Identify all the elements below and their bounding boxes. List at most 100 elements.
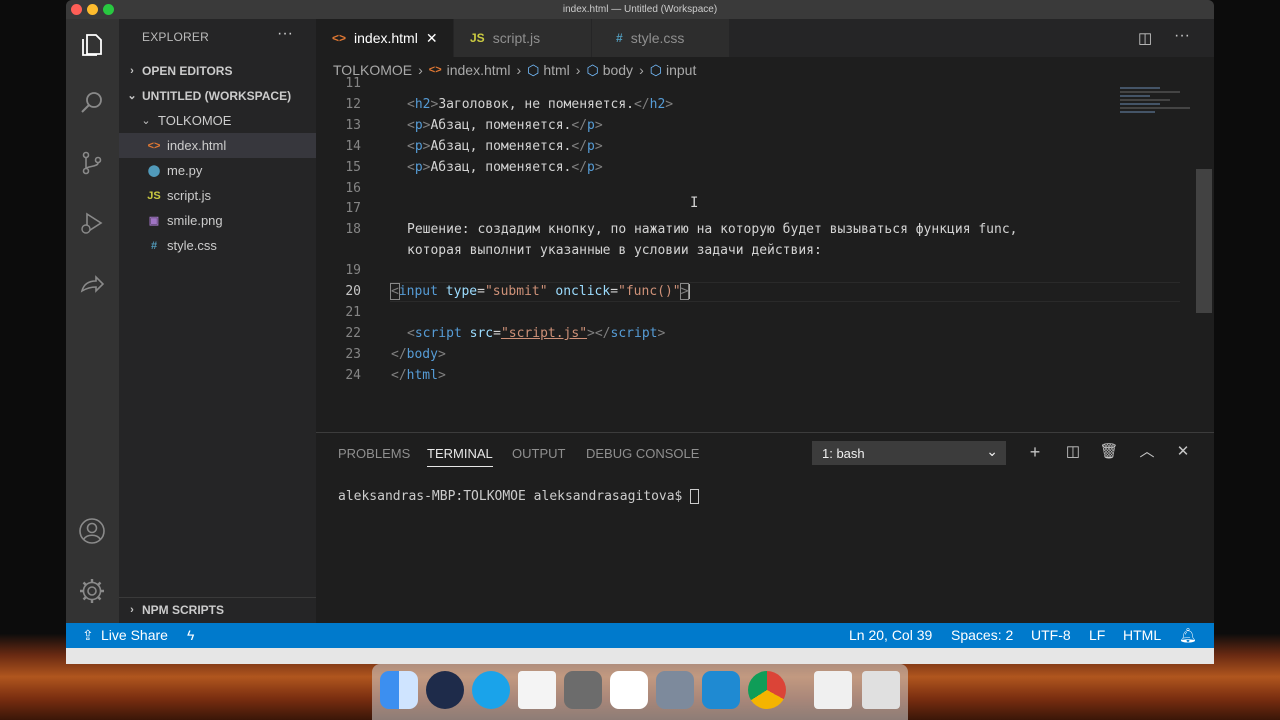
tab-script-js[interactable]: JS script.js — [454, 19, 591, 57]
element-icon: ⬡ — [527, 61, 540, 78]
cursor-position[interactable]: Ln 20, Col 39 — [849, 627, 932, 643]
live-share-button[interactable]: Live Share — [101, 627, 168, 643]
maximize-window-button[interactable] — [103, 4, 114, 15]
close-window-button[interactable] — [71, 4, 82, 15]
live-share-icon: ⇪ — [82, 627, 94, 643]
minimize-window-button[interactable] — [87, 4, 98, 15]
line-number: 17 — [345, 201, 361, 216]
python-file-icon: ⬤ — [147, 165, 161, 177]
split-editor-icon[interactable]: ◫ — [1138, 29, 1152, 47]
tab-problems[interactable]: PROBLEMS — [338, 446, 410, 461]
document-icon[interactable] — [518, 671, 556, 709]
finder-icon[interactable] — [380, 671, 418, 709]
preview-icon[interactable] — [656, 671, 694, 709]
breadcrumb: TOLKOMOE › <> index.html › ⬡ html › ⬡ bo… — [316, 57, 1214, 83]
search-icon[interactable] — [78, 89, 106, 117]
bottom-panel: PROBLEMS TERMINAL OUTPUT DEBUG CONSOLE 1… — [316, 432, 1214, 623]
terminal-prompt: aleksandras-MBP:TOLKOMOE aleksandrasagit… — [338, 489, 691, 504]
lightning-icon[interactable]: ϟ — [187, 627, 194, 643]
file-item-style-css[interactable]: # style.css — [119, 233, 316, 258]
file-label: index.html — [167, 138, 227, 153]
trash-icon[interactable]: 🗑 — [1098, 441, 1120, 463]
line-number: 24 — [345, 368, 361, 383]
html-file-icon: <> — [428, 64, 442, 76]
line-number: 22 — [345, 326, 361, 341]
chevron-down-icon: ⌄ — [127, 90, 137, 102]
line-number: 20 — [345, 284, 361, 299]
code-line: Решение: создадим кнопку, по нажатию на … — [407, 222, 1018, 237]
file-label: smile.png — [167, 213, 223, 228]
file-label: me.py — [167, 163, 203, 178]
line-number: 16 — [345, 181, 361, 196]
encoding[interactable]: UTF-8 — [1031, 627, 1071, 643]
explorer-sidebar: EXPLORER ··· › OPEN EDITORS ⌄ UNTITLED (… — [119, 19, 316, 623]
chevron-down-icon: ⌄ — [141, 115, 151, 127]
chevron-right-icon: › — [130, 64, 134, 77]
file-item-smile-png[interactable]: ▣ smile.png — [119, 208, 316, 233]
code-line: <p>Абзац, поменяется.</p> — [407, 160, 603, 175]
chrome-icon[interactable] — [748, 671, 786, 709]
workspace-section[interactable]: ⌄ UNTITLED (WORKSPACE) — [119, 83, 316, 108]
tab-label: index.html — [354, 30, 418, 46]
chevron-up-icon[interactable]: ︿ — [1136, 441, 1158, 463]
source-control-icon[interactable] — [78, 149, 106, 177]
dock — [372, 664, 908, 720]
live-share-icon[interactable] — [78, 271, 106, 299]
scrollbar-thumb[interactable] — [1196, 169, 1212, 313]
npm-scripts-section[interactable]: › NPM SCRIPTS — [119, 597, 316, 622]
line-number: 11 — [345, 76, 361, 91]
code-line: <input type="submit" onclick="func()"> — [390, 283, 691, 300]
run-debug-icon[interactable] — [78, 209, 106, 237]
file-item-script-js[interactable]: JS script.js — [119, 183, 316, 208]
slack-icon[interactable] — [610, 671, 648, 709]
line-number: 18 — [345, 222, 361, 237]
indentation[interactable]: Spaces: 2 — [951, 627, 1013, 643]
breadcrumb-body[interactable]: body — [603, 62, 633, 78]
system-tools-icon[interactable] — [564, 671, 602, 709]
trash-icon[interactable] — [862, 671, 900, 709]
close-icon[interactable]: ✕ — [426, 30, 438, 47]
end-of-line[interactable]: LF — [1089, 627, 1105, 643]
skype-icon[interactable] — [472, 671, 510, 709]
language-mode[interactable]: HTML — [1123, 627, 1161, 643]
file-item-index-html[interactable]: <> index.html — [119, 133, 316, 158]
more-actions-icon[interactable]: ··· — [1174, 27, 1190, 45]
explorer-icon[interactable] — [78, 31, 106, 59]
breadcrumb-input[interactable]: input — [666, 62, 696, 78]
more-actions-icon[interactable]: ··· — [277, 25, 293, 43]
tab-label: script.js — [492, 30, 541, 46]
account-icon[interactable] — [78, 517, 106, 545]
mail-icon[interactable] — [814, 671, 852, 709]
breadcrumb-html[interactable]: html — [543, 62, 569, 78]
code-editor[interactable]: 11 12 13 14 15 16 17 18 19 20 21 22 23 2… — [316, 76, 1214, 432]
status-bar: ⇪ Live Share ϟ Ln 20, Col 39 Spaces: 2 U… — [66, 623, 1214, 648]
folder-tolkomoe[interactable]: ⌄ TOLKOMOE — [119, 108, 316, 133]
chevron-down-icon: ⌄ — [986, 443, 998, 459]
add-terminal-icon[interactable]: + — [1024, 441, 1046, 463]
file-item-me-py[interactable]: ⬤ me.py — [119, 158, 316, 183]
element-icon: ⬡ — [649, 61, 662, 78]
split-terminal-icon[interactable]: ◫ — [1062, 441, 1084, 463]
code-line: которая выполнит указанные в условии зад… — [407, 243, 822, 258]
terminal-output[interactable]: aleksandras-MBP:TOLKOMOE aleksandrasagit… — [338, 489, 700, 504]
open-editors-section[interactable]: › OPEN EDITORS — [119, 58, 316, 83]
chevron-right-icon: › — [130, 604, 134, 616]
section-label: UNTITLED (WORKSPACE) — [142, 88, 292, 103]
vscode-icon[interactable] — [702, 671, 740, 709]
line-number: 21 — [345, 305, 361, 320]
tab-terminal[interactable]: TERMINAL — [427, 446, 493, 467]
file-label: script.js — [167, 188, 212, 203]
gear-icon[interactable] — [78, 577, 106, 605]
tab-output[interactable]: OUTPUT — [512, 446, 565, 461]
quicktime-icon[interactable] — [426, 671, 464, 709]
tab-index-html[interactable]: <> index.html ✕ — [316, 19, 453, 57]
minimap[interactable] — [1120, 83, 1196, 143]
breadcrumb-file[interactable]: index.html — [447, 62, 511, 78]
terminal-selector[interactable]: 1: bash ⌄ — [812, 441, 1006, 465]
bell-icon[interactable]: 🔔︎ — [1179, 627, 1197, 644]
css-file-icon: # — [150, 239, 158, 252]
tab-style-css[interactable]: # style.css — [592, 19, 729, 57]
window-title: index.html — Untitled (Workspace) — [562, 4, 718, 15]
close-panel-icon[interactable]: ✕ — [1172, 441, 1194, 463]
tab-debug-console[interactable]: DEBUG CONSOLE — [586, 446, 699, 461]
